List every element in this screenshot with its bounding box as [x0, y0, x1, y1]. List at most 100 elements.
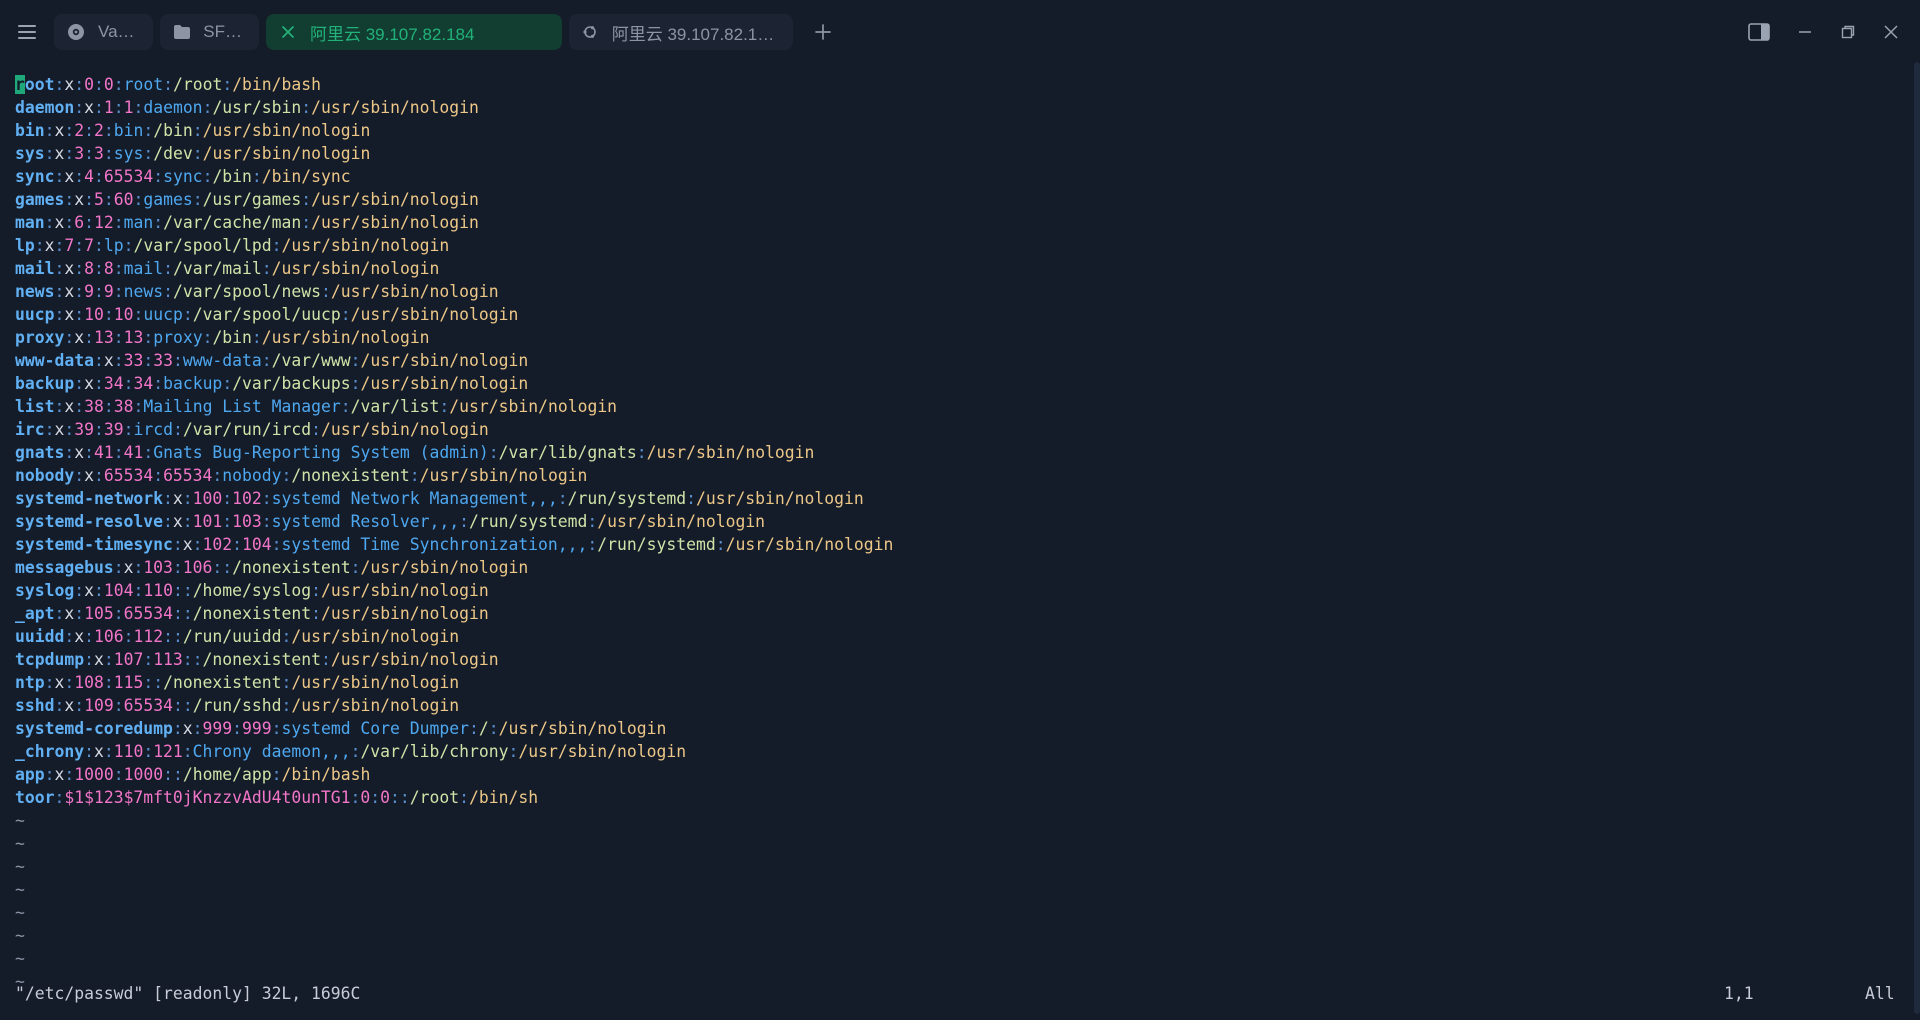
- field-separator: :: [311, 420, 322, 439]
- tab-other-session[interactable]: 阿里云 39.107.82.184...: [569, 14, 793, 50]
- passwd-home: /nonexistent: [291, 466, 410, 485]
- field-separator: :: [74, 397, 85, 416]
- plus-icon[interactable]: [802, 11, 844, 53]
- passwd-uid: 110: [113, 742, 144, 761]
- passwd-gid: 1: [123, 98, 134, 117]
- passwd-gid: 999: [242, 719, 272, 738]
- terminal-view[interactable]: root:x:0:0:root:/root:/bin/bash daemon:x:…: [0, 64, 1906, 1020]
- field-separator: :: [232, 535, 242, 554]
- field-separator: :: [143, 673, 154, 692]
- passwd-home: /var/spool/lpd: [133, 236, 272, 255]
- split-layout-icon[interactable]: [1737, 12, 1780, 52]
- passwd-gid: 0: [380, 788, 391, 807]
- passwd-username: messagebus: [15, 558, 114, 577]
- passwd-shell: /usr/sbin/nologin: [360, 558, 529, 577]
- passwd-gecos: systemd Core Dumper: [281, 719, 469, 738]
- passwd-password: x: [64, 282, 75, 301]
- passwd-username: mail: [15, 259, 55, 278]
- passwd-gecos: proxy: [153, 328, 203, 347]
- field-separator: :: [103, 673, 114, 692]
- passwd-password: x: [74, 328, 85, 347]
- field-separator: :: [64, 765, 75, 784]
- field-separator: :: [153, 374, 164, 393]
- passwd-gid: 0: [103, 75, 114, 94]
- tilde-line: ~: [15, 811, 25, 830]
- passwd-password: x: [54, 144, 65, 163]
- passwd-username: oot: [24, 75, 55, 94]
- passwd-shell: /usr/sbin/nologin: [291, 696, 460, 715]
- field-separator: :: [74, 98, 85, 117]
- field-separator: :: [113, 98, 124, 117]
- passwd-line: gnats:x:41:41:Gnats Bug-Reporting System…: [15, 441, 814, 464]
- field-separator: :: [172, 535, 183, 554]
- field-separator: :: [636, 443, 647, 462]
- minimize-icon[interactable]: [1783, 12, 1826, 52]
- field-separator: :: [84, 443, 94, 462]
- scroll-position: All: [1865, 984, 1895, 1003]
- field-separator: :: [74, 466, 85, 485]
- field-separator: :: [261, 351, 272, 370]
- passwd-home: /var/lib/gnats: [498, 443, 637, 462]
- passwd-gid: 121: [153, 742, 183, 761]
- passwd-line: daemon:x:1:1:daemon:/usr/sbin:/usr/sbin/…: [15, 96, 479, 119]
- tab-sftp[interactable]: SFTP: [160, 14, 259, 50]
- tab-active-session[interactable]: 阿里云 39.107.82.184: [266, 14, 562, 50]
- passwd-uid: 65534: [103, 466, 154, 485]
- field-separator: :: [103, 742, 114, 761]
- field-separator: :: [74, 305, 85, 324]
- field-separator: :: [84, 650, 94, 669]
- passwd-uid: 4: [84, 167, 94, 186]
- field-separator: :: [192, 121, 203, 140]
- status-message: "/etc/passwd" [readonly] 32L, 1696C: [15, 984, 361, 1003]
- field-separator: :: [686, 489, 696, 508]
- passwd-home: /run/uuidd: [182, 627, 282, 646]
- field-separator: :: [172, 765, 183, 784]
- passwd-uid: 1000: [74, 765, 114, 784]
- passwd-shell: /usr/sbin/nologin: [646, 443, 815, 462]
- tab-vaults[interactable]: Vaults: [54, 14, 153, 50]
- passwd-uid: 104: [103, 581, 134, 600]
- passwd-username: man: [15, 213, 45, 232]
- passwd-shell: /usr/sbin/nologin: [291, 627, 460, 646]
- passwd-username: _chrony: [15, 742, 85, 761]
- passwd-gecos: lp: [103, 236, 124, 255]
- passwd-username: sync: [15, 167, 55, 186]
- passwd-line: news:x:9:9:news:/var/spool/news:/usr/sbi…: [15, 280, 499, 303]
- passwd-home: /root: [409, 788, 460, 807]
- passwd-username: systemd-coredump: [15, 719, 173, 738]
- passwd-shell: /usr/sbin/nologin: [330, 282, 499, 301]
- passwd-line: systemd-timesync:x:102:104:systemd Time …: [15, 533, 893, 556]
- passwd-password: x: [54, 121, 65, 140]
- field-separator: :: [123, 236, 134, 255]
- field-separator: :: [508, 742, 519, 761]
- hamburger-icon[interactable]: [0, 0, 54, 64]
- passwd-line: tcpdump:x:107:113::/nonexistent:/usr/sbi…: [15, 648, 499, 671]
- passwd-home: /var/spool/uucp: [192, 305, 341, 324]
- field-separator: :: [163, 627, 173, 646]
- field-separator: :: [222, 512, 233, 531]
- passwd-uid: 101: [192, 512, 223, 531]
- vault-icon: [66, 22, 86, 42]
- passwd-gid: 65534: [163, 466, 213, 485]
- passwd-username: app: [15, 765, 45, 784]
- passwd-home: /nonexistent: [202, 650, 321, 669]
- field-separator: :: [74, 581, 85, 600]
- field-separator: :: [74, 282, 85, 301]
- window-close-icon[interactable]: [1869, 12, 1912, 52]
- field-separator: :: [103, 121, 114, 140]
- field-separator: :: [103, 305, 114, 324]
- close-icon[interactable]: [278, 22, 298, 42]
- passwd-uid: 7: [64, 236, 75, 255]
- restore-icon[interactable]: [1826, 12, 1869, 52]
- field-separator: :: [350, 351, 361, 370]
- passwd-home: /var/www: [271, 351, 351, 370]
- passwd-gecos: www-data: [182, 351, 262, 370]
- field-separator: :: [74, 167, 85, 186]
- passwd-password: x: [182, 719, 193, 738]
- scrollbar[interactable]: [1914, 62, 1920, 1014]
- field-separator: :: [311, 581, 321, 600]
- passwd-uid: 10: [84, 305, 104, 324]
- tab-sftp-label: SFTP: [203, 22, 245, 41]
- passwd-shell: /usr/sbin/nologin: [311, 98, 479, 117]
- passwd-uid: 108: [74, 673, 104, 692]
